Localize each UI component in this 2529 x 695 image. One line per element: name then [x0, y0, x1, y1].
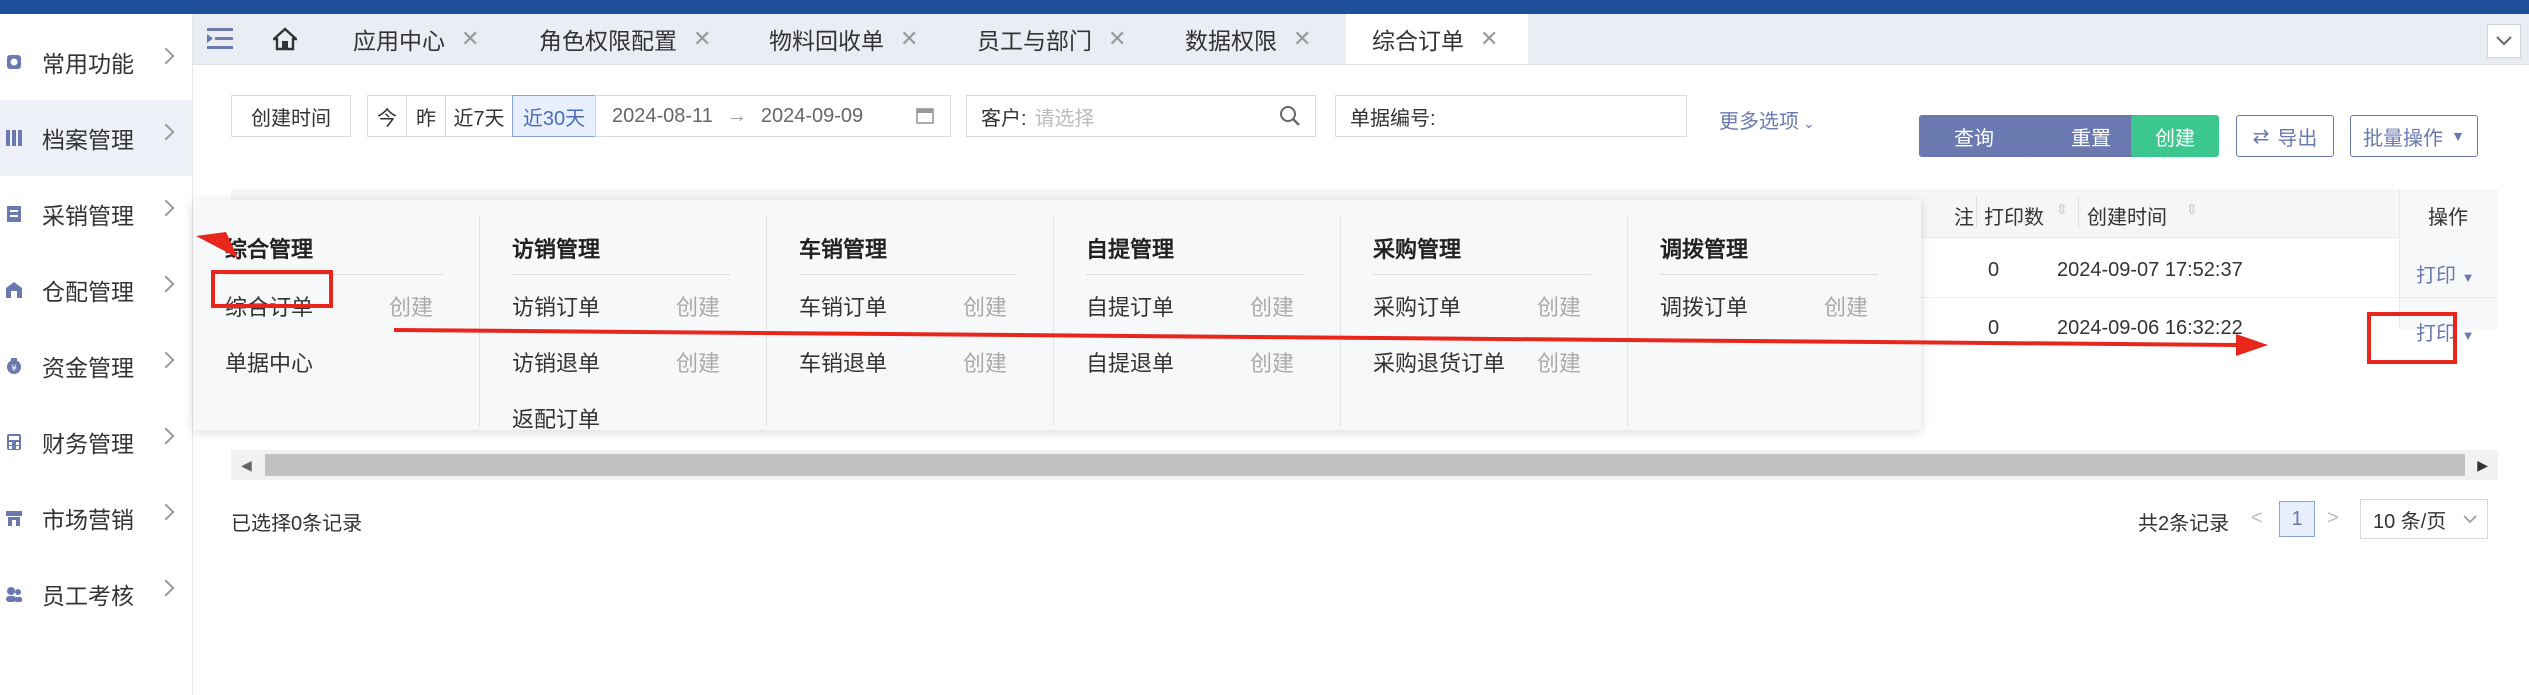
- annotation-highlight-print: [2367, 312, 2457, 364]
- annotation-arrow-line: [393, 328, 2241, 347]
- annotation-arrow-head: [2236, 334, 2268, 356]
- annotation-overlay: [196, 232, 2457, 364]
- annotation-highlight-menu-item: [211, 270, 333, 308]
- annotation-arrow-pointer: [196, 232, 238, 258]
